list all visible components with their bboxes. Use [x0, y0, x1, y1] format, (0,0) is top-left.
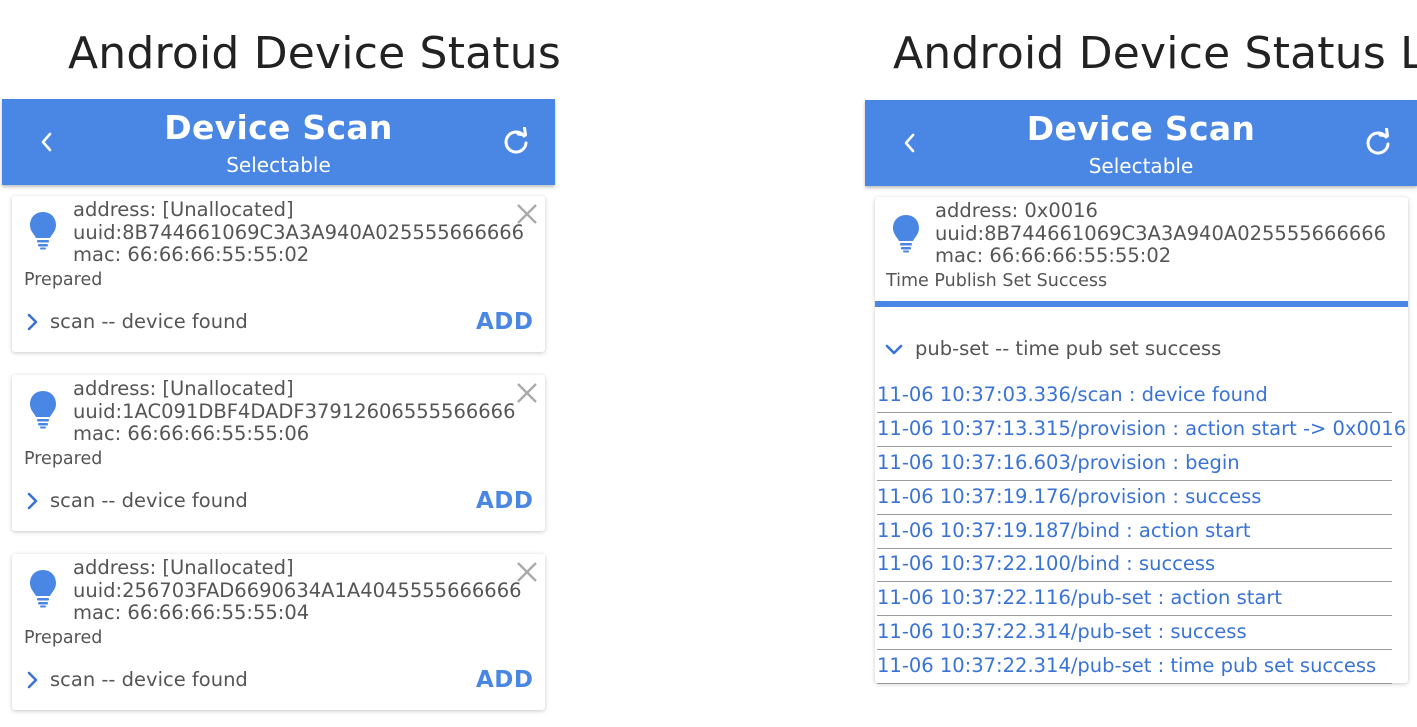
refresh-icon — [504, 127, 528, 154]
appbar-title: Device Scan — [164, 108, 393, 147]
event-row: 11-06 10:37:22.116/pub-set : action star… — [877, 582, 1392, 616]
event-row: 11-06 10:37:22.100/bind : success — [877, 548, 1392, 582]
close-icon[interactable] — [515, 560, 539, 584]
device-uuid: uuid:1AC091DBF4DADF37912606555566666 — [73, 399, 516, 423]
log-label: scan -- device found — [50, 489, 248, 512]
progress-bar — [875, 301, 1408, 307]
close-icon[interactable] — [515, 202, 539, 226]
bulb-icon — [30, 570, 56, 608]
log-toggle[interactable]: scan -- device found — [26, 668, 248, 691]
chevron-right-icon — [27, 313, 38, 330]
chevron-right-icon — [27, 671, 38, 688]
refresh-button[interactable] — [499, 123, 533, 159]
add-button[interactable]: ADD — [476, 667, 533, 693]
log-toggle[interactable]: scan -- device found — [26, 310, 248, 333]
right-panel-heading: Android Device Status List — [893, 28, 1417, 79]
event-row: 11-06 10:37:19.176/provision : success — [877, 481, 1392, 515]
device-uuid: uuid:8B744661069C3A3A940A025555666666 — [935, 221, 1387, 245]
device-card[interactable]: address: [Unallocated] uuid:8B744661069C… — [12, 196, 545, 352]
add-button[interactable]: ADD — [476, 488, 533, 514]
device-card[interactable]: address: [Unallocated] uuid:1AC091DBF4DA… — [12, 375, 545, 531]
device-card[interactable]: address: [Unallocated] uuid:256703FAD669… — [12, 554, 545, 710]
device-mac: mac: 66:66:66:55:55:04 — [73, 601, 310, 624]
device-status: Time Publish Set Success — [886, 271, 1108, 291]
device-mac: mac: 66:66:66:55:55:06 — [73, 422, 310, 445]
left-appbar: Device Scan Selectable — [2, 99, 555, 185]
appbar-title: Device Scan — [1026, 109, 1256, 148]
refresh-button[interactable] — [1361, 124, 1395, 160]
event-row: 11-06 10:37:03.336/scan : device found — [877, 379, 1392, 413]
log-label: scan -- device found — [50, 668, 248, 691]
device-address: address: [Unallocated] — [73, 556, 294, 579]
device-status: Prepared — [24, 628, 103, 648]
device-mac: mac: 66:66:66:55:55:02 — [935, 244, 1172, 267]
bulb-icon — [893, 215, 919, 253]
left-panel-heading: Android Device Status — [68, 28, 561, 79]
chevron-right-icon — [27, 492, 38, 509]
device-address: address: 0x0016 — [935, 199, 1098, 222]
device-address: address: [Unallocated] — [73, 377, 294, 400]
appbar-subtitle: Selectable — [226, 153, 331, 177]
log-label: scan -- device found — [50, 310, 248, 333]
add-button[interactable]: ADD — [476, 309, 533, 335]
log-toggle[interactable]: pub-set -- time pub set success — [885, 337, 1221, 360]
device-mac: mac: 66:66:66:55:55:02 — [73, 243, 310, 266]
device-address: address: [Unallocated] — [73, 198, 294, 221]
event-row: 11-06 10:37:22.314/pub-set : success — [877, 616, 1392, 650]
chevron-down-icon — [885, 344, 903, 354]
device-uuid: uuid:8B744661069C3A3A940A025555666666 — [73, 220, 525, 244]
close-icon[interactable] — [515, 381, 539, 405]
log-toggle[interactable]: scan -- device found — [26, 489, 248, 512]
event-row: 11-06 10:37:19.187/bind : action start — [877, 515, 1392, 549]
device-status: Prepared — [24, 270, 103, 290]
event-row: 11-06 10:37:13.315/provision : action st… — [877, 413, 1406, 447]
appbar-subtitle: Selectable — [1088, 154, 1194, 178]
right-appbar: Device Scan Selectable — [865, 100, 1417, 186]
bulb-icon — [30, 391, 56, 429]
device-uuid: uuid:256703FAD6690634A1A4045555666666 — [73, 578, 522, 602]
event-row: 11-06 10:37:22.314/pub-set : time pub se… — [877, 650, 1392, 684]
event-row: 11-06 10:37:16.603/provision : begin — [877, 447, 1392, 481]
bulb-icon — [30, 212, 56, 250]
device-detail-card[interactable]: address: 0x0016 uuid:8B744661069C3A3A940… — [875, 197, 1408, 684]
refresh-icon — [1366, 128, 1390, 155]
device-status: Prepared — [24, 449, 103, 469]
log-label: pub-set -- time pub set success — [915, 337, 1222, 360]
